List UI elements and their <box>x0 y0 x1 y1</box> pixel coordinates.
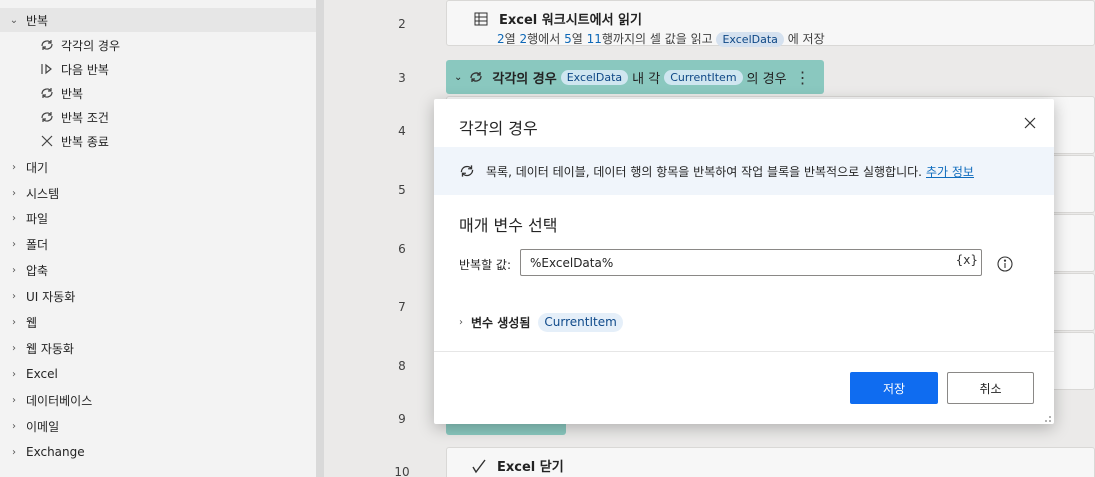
chevron-right-icon: › <box>12 187 16 199</box>
sidebar-group-label: 반복 <box>26 13 49 28</box>
sidebar-scrollbar[interactable] <box>316 0 324 477</box>
sidebar-group-web[interactable]: › 웹 <box>0 310 316 334</box>
sidebar-group-database[interactable]: › 데이터베이스 <box>0 388 316 412</box>
resize-grip-icon[interactable] <box>1042 412 1052 422</box>
chevron-right-icon: › <box>12 161 16 173</box>
chevron-right-icon: › <box>12 394 16 406</box>
chevron-right-icon: › <box>12 368 16 380</box>
cancel-button[interactable]: 취소 <box>947 372 1034 404</box>
sidebar-group-ui-automation[interactable]: › UI 자동화 <box>0 284 316 308</box>
dialog-title: 각각의 경우 <box>459 119 538 138</box>
sidebar-group-label: Excel <box>26 367 58 381</box>
variable-picker-button[interactable]: {x} <box>956 253 978 267</box>
sidebar-group-label: 이메일 <box>26 419 60 434</box>
chevron-right-icon: › <box>12 290 16 302</box>
info-banner: 목록, 데이터 테이블, 데이터 행의 항목을 반복하여 작업 블록을 반복적으… <box>434 147 1054 195</box>
sidebar-group-label: 파일 <box>26 211 49 226</box>
sidebar-group-file[interactable]: › 파일 <box>0 206 316 230</box>
chevron-right-icon: › <box>12 420 16 432</box>
sidebar-group-excel[interactable]: › Excel <box>0 362 316 386</box>
divider <box>434 351 1054 352</box>
sidebar-group-folder[interactable]: › 폴더 <box>0 232 316 256</box>
field-label: 반복할 값: <box>459 258 512 272</box>
sidebar-item-loop[interactable]: 반복 <box>0 81 83 105</box>
sidebar-item-label: 반복 <box>61 86 84 101</box>
info-icon[interactable] <box>997 256 1013 272</box>
loop-icon <box>37 37 57 53</box>
sidebar-item-label: 다음 반복 <box>61 62 109 77</box>
sidebar-group-loop[interactable]: ⌄ 반복 <box>0 8 316 32</box>
input-value: %ExcelData% <box>530 255 614 270</box>
chevron-right-icon: › <box>12 264 16 276</box>
for-each-dialog: 각각의 경우 목록, 데이터 테이블, 데이터 행의 항목을 반복하여 작업 블… <box>434 99 1054 424</box>
chevron-right-icon: › <box>459 317 463 328</box>
info-text: 목록, 데이터 테이블, 데이터 행의 항목을 반복하여 작업 블록을 반복적으… <box>486 164 922 179</box>
next-loop-icon <box>37 61 57 77</box>
chevron-right-icon: › <box>12 446 16 458</box>
close-icon <box>1024 117 1036 129</box>
chevron-down-icon: ⌄ <box>9 14 19 26</box>
sidebar-group-label: 웹 자동화 <box>26 341 74 356</box>
sidebar-group-compression[interactable]: › 압축 <box>0 258 316 282</box>
sidebar-group-label: UI 자동화 <box>26 289 76 304</box>
variable-pill[interactable]: CurrentItem <box>538 313 623 332</box>
actions-sidebar: ⌄ 반복 각각의 경우 다음 반복 반복 반복 조건 반복 종료 › 대기 › … <box>0 0 316 477</box>
sidebar-item-label: 반복 종료 <box>61 134 109 149</box>
close-icon <box>37 133 57 149</box>
sidebar-item-label: 반복 조건 <box>61 110 109 125</box>
sidebar-group-label: Exchange <box>26 445 85 459</box>
loop-icon <box>458 162 476 180</box>
sidebar-group-label: 압축 <box>26 263 49 278</box>
sidebar-item-next-loop[interactable]: 다음 반복 <box>0 57 109 81</box>
sidebar-group-label: 시스템 <box>26 186 60 201</box>
sidebar-item-loop-condition[interactable]: 반복 조건 <box>0 105 109 129</box>
close-button[interactable] <box>1020 113 1040 133</box>
expander-label: 변수 생성됨 <box>471 316 531 330</box>
section-title: 매개 변수 선택 <box>459 216 558 235</box>
sidebar-group-web-automation[interactable]: › 웹 자동화 <box>0 336 316 360</box>
sidebar-group-label: 데이터베이스 <box>26 393 93 408</box>
sidebar-group-system[interactable]: › 시스템 <box>0 181 316 205</box>
learn-more-link[interactable]: 추가 정보 <box>926 163 974 180</box>
sidebar-group-label: 대기 <box>26 160 49 175</box>
sidebar-group-wait[interactable]: › 대기 <box>0 155 316 179</box>
chevron-right-icon: › <box>12 212 16 224</box>
save-button[interactable]: 저장 <box>850 372 938 404</box>
value-to-iterate-input[interactable]: %ExcelData% {x} <box>520 249 982 276</box>
sidebar-group-email[interactable]: › 이메일 <box>0 414 316 438</box>
sidebar-group-label: 폴더 <box>26 237 49 252</box>
chevron-right-icon: › <box>12 342 16 354</box>
loop-icon <box>37 109 57 125</box>
sidebar-group-exchange[interactable]: › Exchange <box>0 440 316 464</box>
chevron-right-icon: › <box>12 316 16 328</box>
sidebar-group-label: 웹 <box>26 315 38 330</box>
sidebar-item-label: 각각의 경우 <box>61 38 121 53</box>
sidebar-item-exit-loop[interactable]: 반복 종료 <box>0 129 109 153</box>
loop-icon <box>37 85 57 101</box>
variables-produced-expander[interactable]: › 변수 생성됨 CurrentItem <box>459 313 623 332</box>
chevron-right-icon: › <box>12 238 16 250</box>
sidebar-item-for-each[interactable]: 각각의 경우 <box>0 33 120 57</box>
